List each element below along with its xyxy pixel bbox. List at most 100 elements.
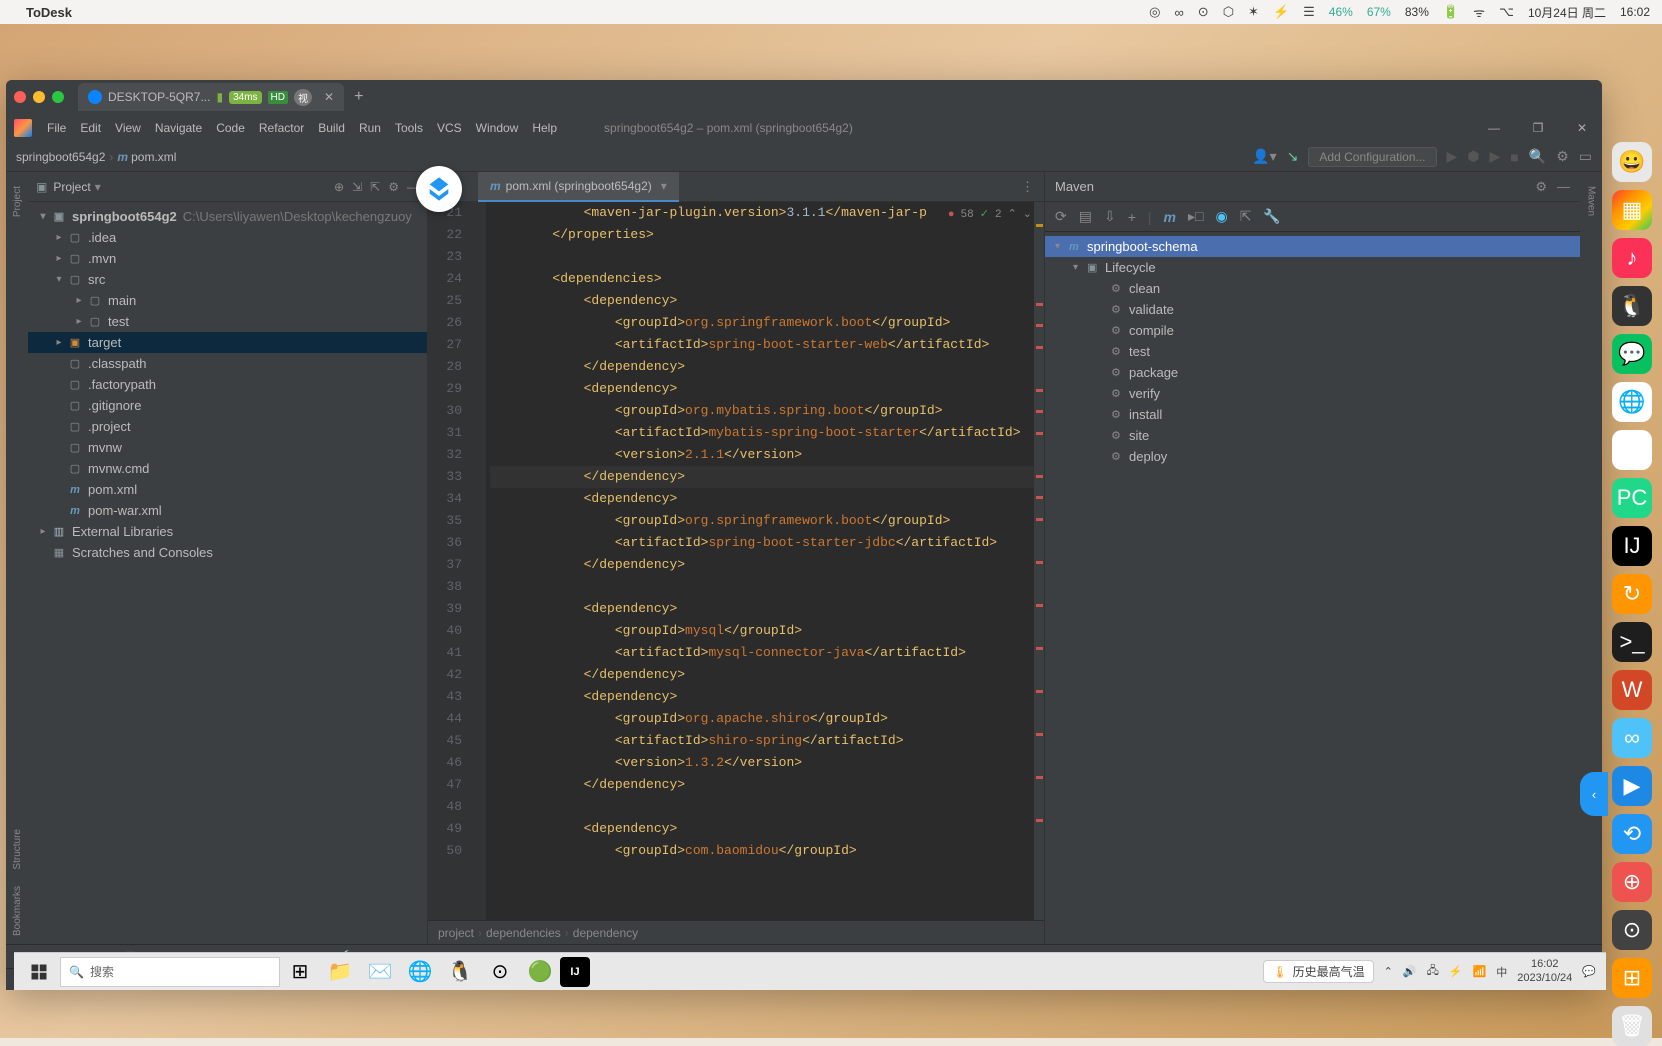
qq-icon[interactable]: 🐧 — [440, 953, 480, 991]
tab-structure[interactable]: Structure — [10, 821, 25, 878]
problems-strip[interactable] — [1034, 202, 1044, 920]
menu-refactor[interactable]: Refactor — [252, 121, 311, 135]
notifications-icon[interactable]: ▭ — [1579, 148, 1592, 165]
add-configuration-button[interactable]: Add Configuration... — [1308, 147, 1436, 167]
tree-item[interactable]: ▢.project — [28, 416, 427, 437]
menu-file[interactable]: File — [40, 121, 73, 135]
tray-wifi-icon[interactable]: 📶 — [1473, 965, 1487, 978]
dock-app-icon[interactable]: 😀 — [1612, 142, 1652, 182]
win-close-icon[interactable]: ✕ — [1562, 114, 1602, 142]
tree-item[interactable]: ▢mvnw.cmd — [28, 458, 427, 479]
expand-icon[interactable]: ⇲ — [352, 180, 362, 194]
tray-battery-icon[interactable]: ⚡ — [1449, 965, 1463, 978]
settings-icon[interactable]: ⚙ — [1535, 179, 1547, 195]
dock-app-icon[interactable]: ⊙ — [1612, 910, 1652, 950]
tray-clock[interactable]: 16:022023/10/24 — [1517, 958, 1572, 984]
crumb[interactable]: dependencies — [486, 926, 561, 940]
crumb[interactable]: dependency — [573, 926, 638, 940]
dock-app-icon[interactable]: IJ — [1612, 526, 1652, 566]
maven-goal[interactable]: ⚙package — [1045, 362, 1580, 383]
crumb-project[interactable]: springboot654g2 — [16, 150, 105, 164]
maven-project-node[interactable]: ▾mspringboot-schema — [1045, 236, 1580, 257]
dock-app-icon[interactable]: ▶ — [1612, 766, 1652, 806]
dock-app-icon[interactable]: ⊞ — [1612, 958, 1652, 998]
task-view-icon[interactable]: ⊞ — [280, 953, 320, 991]
build-icon[interactable]: ↘ — [1287, 148, 1299, 165]
wifi-icon[interactable]: ᯤ — [1473, 3, 1485, 21]
edge-icon[interactable]: 🌐 — [400, 953, 440, 991]
tree-item[interactable]: ▸▣target — [28, 332, 427, 353]
maven-goal[interactable]: ⚙compile — [1045, 320, 1580, 341]
tree-item[interactable]: ▾▢src — [28, 269, 427, 290]
execute-icon[interactable]: ▸□ — [1188, 208, 1203, 225]
generate-icon[interactable]: ▤ — [1079, 208, 1092, 225]
menu-window[interactable]: Window — [469, 121, 526, 135]
tab-project[interactable]: Project — [10, 178, 25, 225]
new-tab-button[interactable]: + — [354, 88, 363, 106]
tab-close-icon[interactable]: ✕ — [324, 90, 334, 104]
menu-icon[interactable]: ☰ — [1303, 4, 1315, 20]
maven-goal[interactable]: ⚙test — [1045, 341, 1580, 362]
close-button[interactable] — [14, 91, 26, 103]
project-panel-title[interactable]: Project — [53, 180, 90, 194]
maven-goal[interactable]: ⚙validate — [1045, 299, 1580, 320]
download-icon[interactable]: ⇩ — [1104, 208, 1116, 225]
tree-scratches[interactable]: ▦Scratches and Consoles — [28, 542, 427, 563]
hide-icon[interactable]: — — [1557, 179, 1570, 195]
select-opened-icon[interactable]: ⊕ — [334, 180, 344, 194]
toggle-icon[interactable]: ◉ — [1215, 208, 1227, 225]
dock-app-icon[interactable]: >_ — [1612, 622, 1652, 662]
control-icon[interactable]: ⌥ — [1499, 4, 1514, 20]
tree-ext-lib[interactable]: ▸▥External Libraries — [28, 521, 427, 542]
dock-app-icon[interactable]: 💬 — [1612, 334, 1652, 374]
tray-ime[interactable]: 中 — [1496, 964, 1507, 980]
dock-app-icon[interactable]: ▦ — [1612, 190, 1652, 230]
menu-view[interactable]: View — [108, 121, 148, 135]
crumb[interactable]: project — [438, 926, 474, 940]
maximize-button[interactable] — [52, 91, 64, 103]
tray-volume-icon[interactable]: 🔊 — [1403, 965, 1417, 978]
mac-app-name[interactable]: ToDesk — [26, 5, 72, 20]
collapse-icon[interactable]: ⇱ — [370, 180, 380, 194]
todesk-overlay-icon[interactable] — [416, 166, 462, 212]
editor-tab-pom[interactable]: mpom.xml (springboot654g2) ▾ — [478, 172, 679, 202]
add-icon[interactable]: + — [1128, 209, 1136, 225]
start-button[interactable] — [18, 953, 60, 991]
dock-app-icon[interactable]: ♪ — [1612, 238, 1652, 278]
run-m-icon[interactable]: m — [1164, 209, 1176, 225]
dock-app-icon[interactable]: ∞ — [1612, 718, 1652, 758]
menu-navigate[interactable]: Navigate — [148, 121, 209, 135]
debug-icon[interactable]: ⬢ — [1467, 148, 1479, 165]
taskbar-search[interactable]: 🔍 搜索 — [60, 957, 280, 987]
stop-icon[interactable]: ■ — [1510, 149, 1518, 165]
maven-lifecycle-node[interactable]: ▾▣Lifecycle — [1045, 257, 1580, 278]
menu-edit[interactable]: Edit — [73, 121, 108, 135]
tray-network-icon[interactable]: 🖧 — [1427, 962, 1439, 981]
tab-menu-icon[interactable]: ⋮ — [1021, 179, 1034, 195]
maven-goal[interactable]: ⚙install — [1045, 404, 1580, 425]
run-icon[interactable]: ▶ — [1447, 148, 1458, 165]
menu-run[interactable]: Run — [352, 121, 388, 135]
mac-date[interactable]: 10月24日 周二 — [1528, 4, 1606, 21]
tree-item[interactable]: ▢.gitignore — [28, 395, 427, 416]
wrench-icon[interactable]: 🔧 — [1263, 208, 1280, 225]
dock-app-icon[interactable]: ↻ — [1612, 574, 1652, 614]
collapse-icon[interactable]: ⇱ — [1240, 208, 1252, 225]
side-bubble-icon[interactable]: ‹ — [1580, 772, 1608, 816]
win-minimize-icon[interactable]: — — [1474, 114, 1514, 142]
menu-tools[interactable]: Tools — [388, 121, 430, 135]
maven-goal[interactable]: ⚙site — [1045, 425, 1580, 446]
menu-help[interactable]: Help — [525, 121, 564, 135]
tab-maven[interactable]: Maven — [1584, 178, 1599, 224]
remote-tab[interactable]: DESKTOP-5QR7... ▮ 34ms HD 视 ✕ — [78, 83, 344, 111]
settings-icon[interactable]: ⚙ — [1556, 148, 1569, 165]
menu-icon[interactable]: ∞ — [1175, 5, 1184, 20]
tray-chevron-icon[interactable]: ⌃ — [1384, 965, 1393, 978]
intellij-icon[interactable]: IJ — [560, 957, 590, 987]
maven-goal[interactable]: ⚙deploy — [1045, 446, 1580, 467]
dock-app-icon[interactable]: 🐧 — [1612, 286, 1652, 326]
menu-icon[interactable]: ⬡ — [1223, 4, 1234, 20]
tree-item[interactable]: mpom-war.xml — [28, 500, 427, 521]
win-restore-icon[interactable]: ❐ — [1518, 114, 1558, 142]
tree-item[interactable]: ▸▢test — [28, 311, 427, 332]
